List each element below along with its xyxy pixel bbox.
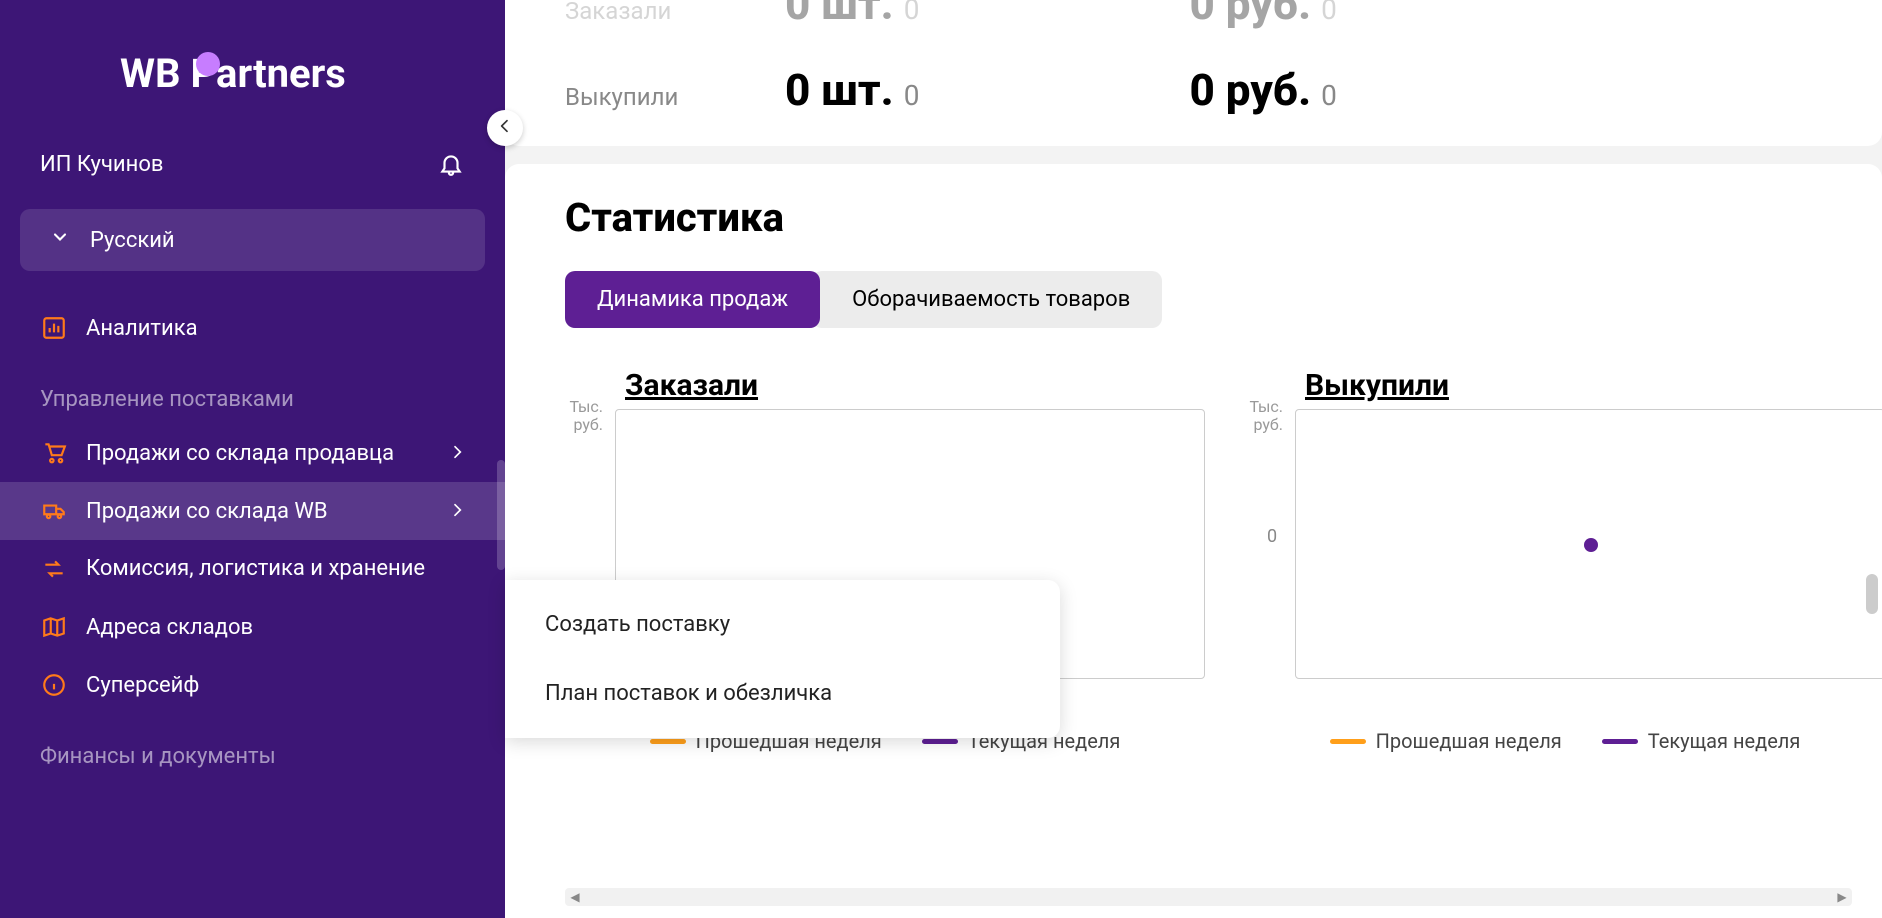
metric-ordered-label: Заказали: [565, 0, 705, 25]
statistics-panel: Статистика Динамика продаж Оборачиваемос…: [505, 164, 1882, 918]
scroll-left-icon[interactable]: ◀: [567, 890, 583, 904]
sidebar-item-label: Суперсейф: [86, 673, 199, 698]
sidebar-item-label: Аналитика: [86, 316, 198, 341]
chart-bought-legend: Прошедшая неделя Текущая неделя: [1245, 729, 1882, 753]
chart-bought-plot: [1295, 409, 1882, 679]
sidebar-item-supersafe[interactable]: Суперсейф: [0, 656, 505, 714]
transfer-icon: [40, 556, 68, 582]
truck-icon: [40, 498, 68, 524]
wb-warehouse-submenu: Создать поставку План поставок и обезлич…: [505, 580, 1060, 738]
sidebar-item-seller-warehouse[interactable]: Продажи со склада продавца: [0, 424, 505, 482]
map-icon: [40, 614, 68, 640]
cart-icon: [40, 440, 68, 466]
sidebar-scrollbar[interactable]: [497, 460, 505, 570]
metric-ordered-rub: 0 руб. 0: [1189, 0, 1336, 30]
chevron-right-icon: [449, 441, 465, 466]
chart-bought-title[interactable]: Выкупили: [1305, 368, 1882, 403]
brand-logo[interactable]: WB Partners: [0, 30, 505, 137]
language-selector[interactable]: Русский: [20, 209, 485, 271]
sidebar-collapse-button[interactable]: [487, 110, 523, 146]
chart-ordered-title[interactable]: Заказали: [625, 368, 1205, 403]
sidebar-item-label: Комиссия, логистика и хранение: [86, 556, 425, 582]
chart-data-point: [1584, 538, 1598, 552]
chevron-right-icon: [449, 499, 465, 524]
stats-vertical-scrollbar[interactable]: [1866, 574, 1878, 614]
brand-dot-icon: [196, 52, 220, 76]
info-circle-icon: [40, 672, 68, 698]
sidebar-item-label: Адреса складов: [86, 615, 253, 640]
submenu-create-supply[interactable]: Создать поставку: [505, 590, 1060, 659]
legend-swatch-purple: [922, 739, 958, 744]
arrow-left-icon: [497, 118, 513, 138]
submenu-supply-plan[interactable]: План поставок и обезличка: [505, 659, 1060, 728]
tab-turnover[interactable]: Оборачиваемость товаров: [812, 271, 1162, 328]
stats-horizontal-scrollbar[interactable]: ◀ ▶: [565, 888, 1852, 906]
stats-tabs: Динамика продаж Оборачиваемость товаров: [565, 271, 1822, 328]
user-name: ИП Кучинов: [40, 152, 163, 177]
scroll-right-icon[interactable]: ▶: [1834, 890, 1850, 904]
brand-part1: WB: [120, 50, 181, 97]
top-metrics-panel: Заказали 0 шт. 0 0 руб. 0 Выкупили 0 шт.…: [505, 0, 1882, 146]
sidebar: WB Partners ИП Кучинов Русский Аналитика…: [0, 0, 505, 918]
metric-bought-label: Выкупили: [565, 83, 705, 111]
legend-swatch-orange: [1330, 739, 1366, 744]
metric-bought-pcs: 0 шт. 0: [785, 64, 919, 116]
tab-sales-dynamics[interactable]: Динамика продаж: [565, 271, 820, 328]
chart-icon: [40, 315, 68, 341]
user-row[interactable]: ИП Кучинов: [0, 137, 505, 191]
legend-swatch-orange: [650, 739, 686, 744]
sidebar-item-wb-warehouse[interactable]: Продажи со склада WB: [0, 482, 505, 540]
statistics-title: Статистика: [565, 194, 1822, 241]
chart-bought: Выкупили Тыс. руб. 0 Прошедшая неделя: [1245, 368, 1882, 753]
language-label: Русский: [90, 228, 175, 253]
sidebar-item-label: Продажи со склада WB: [86, 499, 328, 524]
sidebar-item-warehouse-addresses[interactable]: Адреса складов: [0, 598, 505, 656]
bell-icon[interactable]: [437, 151, 465, 177]
legend-current-week: Текущая неделя: [1602, 729, 1801, 753]
sidebar-section-finance: Финансы и документы: [0, 714, 505, 781]
legend-swatch-purple: [1602, 739, 1638, 744]
sidebar-section-supplies: Управление поставками: [0, 357, 505, 424]
chart-y-tick-zero: 0: [1267, 526, 1277, 547]
sidebar-item-analytics[interactable]: Аналитика: [0, 299, 505, 357]
chart-y-unit: Тыс. руб.: [1243, 398, 1283, 433]
main-area: Заказали 0 шт. 0 0 руб. 0 Выкупили 0 шт.…: [505, 0, 1882, 918]
sidebar-item-label: Продажи со склада продавца: [86, 441, 394, 466]
sidebar-item-commission[interactable]: Комиссия, логистика и хранение: [0, 540, 505, 598]
metric-bought-rub: 0 руб. 0: [1189, 64, 1336, 116]
chart-y-unit: Тыс. руб.: [563, 398, 603, 433]
legend-past-week: Прошедшая неделя: [1330, 729, 1562, 753]
chevron-down-icon: [50, 227, 70, 253]
metric-ordered-pcs: 0 шт. 0: [785, 0, 919, 30]
